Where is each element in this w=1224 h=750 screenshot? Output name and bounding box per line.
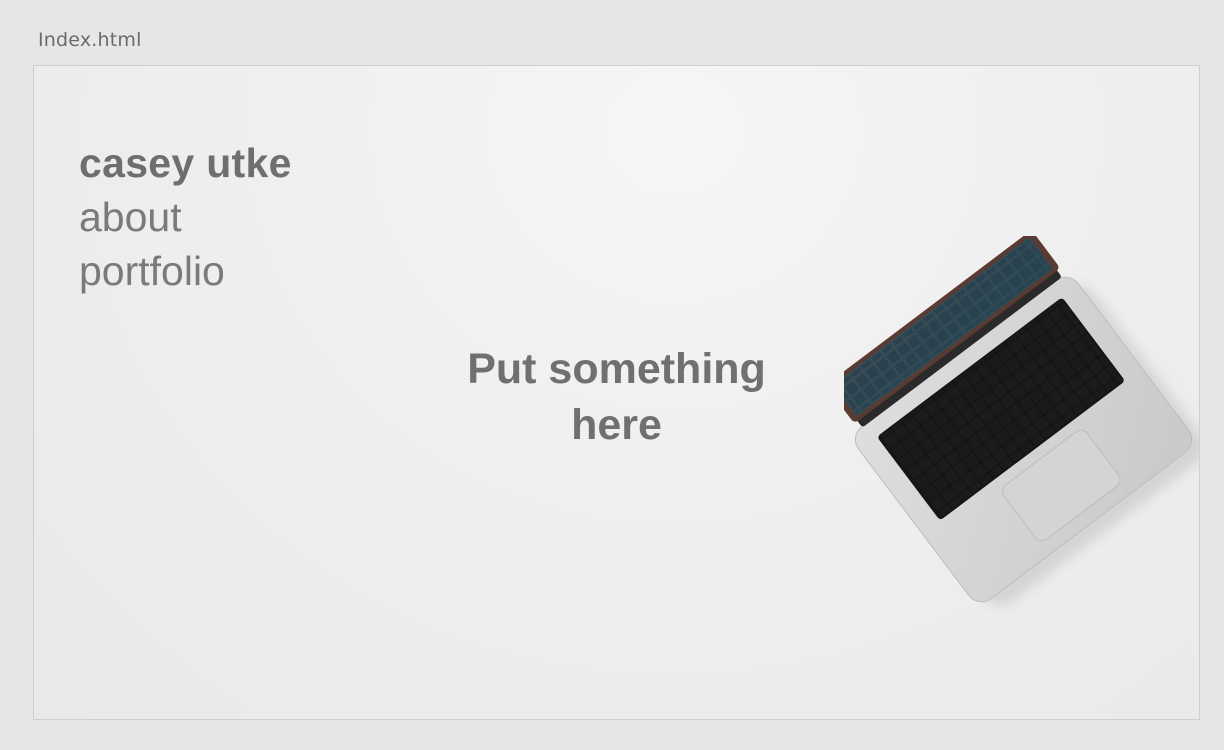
nav-link-about[interactable]: about: [79, 190, 292, 244]
site-title[interactable]: casey utke: [79, 136, 292, 190]
file-name-label: Index.html: [38, 29, 142, 51]
nav-link-portfolio[interactable]: portfolio: [79, 244, 292, 298]
artboard-frame: casey utke about portfolio Put something…: [33, 65, 1200, 720]
site-nav: casey utke about portfolio: [79, 136, 292, 298]
laptop-icon: [844, 236, 1199, 606]
hero-placeholder-text: Put something here: [467, 345, 766, 449]
